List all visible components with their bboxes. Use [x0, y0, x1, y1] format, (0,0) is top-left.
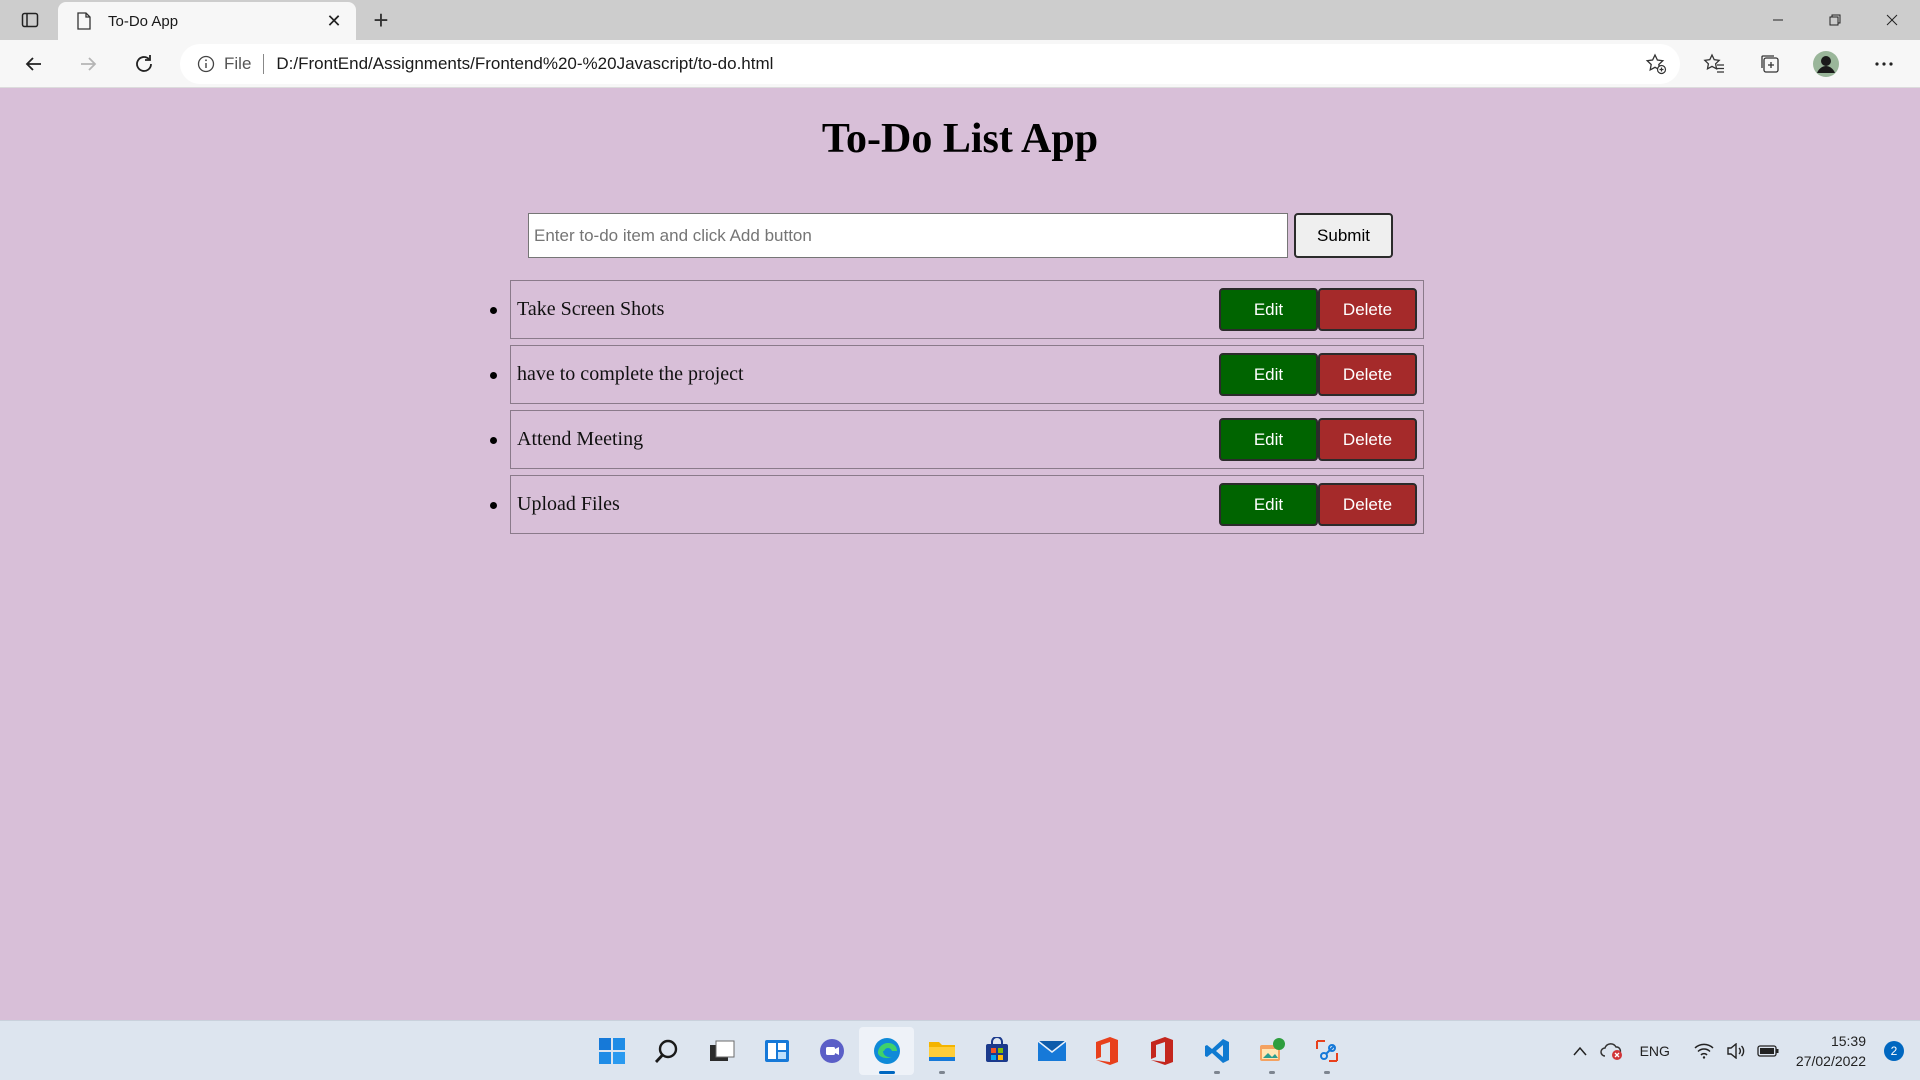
todo-item-text: Attend Meeting: [517, 428, 644, 450]
chevron-up-icon[interactable]: [1566, 1037, 1594, 1065]
widgets-icon[interactable]: [749, 1027, 804, 1075]
delete-button[interactable]: Delete: [1318, 353, 1417, 396]
address-separator: [263, 54, 265, 74]
search-icon[interactable]: [639, 1027, 694, 1075]
profile-avatar[interactable]: [1808, 46, 1844, 82]
todo-item: Take Screen Shots Edit Delete: [490, 280, 1424, 339]
todo-input[interactable]: [528, 213, 1288, 258]
clock-date: 27/02/2022: [1795, 1053, 1866, 1069]
more-options-icon[interactable]: [1866, 46, 1902, 82]
list-bullet: [490, 437, 497, 444]
edge-icon[interactable]: [859, 1027, 914, 1075]
tab-actions-icon[interactable]: [8, 6, 52, 34]
todo-list: Take Screen Shots Edit Delete have to co…: [490, 280, 1424, 540]
wifi-icon[interactable]: [1690, 1037, 1718, 1065]
vscode-icon[interactable]: [1189, 1027, 1244, 1075]
list-bullet: [490, 307, 497, 314]
teams-chat-icon[interactable]: [804, 1027, 859, 1075]
store-icon[interactable]: [969, 1027, 1024, 1075]
collections-icon[interactable]: [1752, 46, 1788, 82]
page-icon: [74, 11, 94, 31]
edit-button[interactable]: Edit: [1219, 418, 1318, 461]
battery-icon[interactable]: [1754, 1037, 1782, 1065]
window-controls: [1749, 0, 1920, 40]
onedrive-error-icon[interactable]: [1598, 1037, 1626, 1065]
page-viewport: To-Do List App Submit Take Screen Shots …: [0, 89, 1920, 1020]
forward-arrow-icon[interactable]: [70, 46, 106, 82]
task-view-icon[interactable]: [694, 1027, 749, 1075]
edit-button[interactable]: Edit: [1219, 483, 1318, 526]
system-tray: ENG 15:39 27/02/2022 2: [1562, 1021, 1920, 1080]
todo-item-text: have to complete the project: [517, 363, 744, 385]
todo-item-text: Take Screen Shots: [517, 298, 665, 320]
page-title: To-Do List App: [821, 116, 1099, 162]
clock[interactable]: 15:39 27/02/2022: [1796, 1031, 1866, 1071]
close-tab-icon[interactable]: ✕: [320, 7, 348, 35]
taskbar-apps: [584, 1027, 1354, 1075]
running-indicator: [1323, 1071, 1330, 1074]
info-icon[interactable]: [196, 54, 216, 74]
close-window-icon[interactable]: [1863, 0, 1920, 40]
active-indicator: [878, 1071, 895, 1074]
delete-button[interactable]: Delete: [1318, 418, 1417, 461]
list-bullet: [490, 502, 497, 509]
notification-badge[interactable]: 2: [1884, 1041, 1904, 1061]
list-bullet: [490, 372, 497, 379]
back-arrow-icon[interactable]: [16, 46, 52, 82]
todo-item: Upload Files Edit Delete: [490, 475, 1424, 534]
todo-item-text: Upload Files: [517, 493, 620, 515]
photos-icon[interactable]: [1244, 1027, 1299, 1075]
volume-icon[interactable]: [1722, 1037, 1750, 1065]
clock-time: 15:39: [1830, 1033, 1866, 1049]
running-indicator: [1213, 1071, 1220, 1074]
taskbar: ENG 15:39 27/02/2022 2: [0, 1020, 1920, 1080]
tab-title: To-Do App: [108, 12, 179, 30]
browser-tab-bar: To-Do App ✕ +: [0, 0, 1920, 40]
restore-icon[interactable]: [1806, 0, 1863, 40]
language-indicator[interactable]: ENG: [1640, 1043, 1670, 1059]
submit-button[interactable]: Submit: [1294, 213, 1393, 258]
edit-button[interactable]: Edit: [1219, 288, 1318, 331]
delete-button[interactable]: Delete: [1318, 288, 1417, 331]
favorites-icon[interactable]: [1696, 46, 1732, 82]
office-icon[interactable]: [1079, 1027, 1134, 1075]
running-indicator: [938, 1071, 945, 1074]
office-app-icon[interactable]: [1134, 1027, 1189, 1075]
todo-item: Attend Meeting Edit Delete: [490, 410, 1424, 469]
snipping-tool-icon[interactable]: [1299, 1027, 1354, 1075]
add-favorite-icon[interactable]: [1638, 46, 1674, 82]
file-explorer-icon[interactable]: [914, 1027, 969, 1075]
delete-button[interactable]: Delete: [1318, 483, 1417, 526]
minimize-icon[interactable]: [1749, 0, 1806, 40]
browser-tab[interactable]: To-Do App ✕: [58, 2, 356, 40]
todo-item: have to complete the project Edit Delete: [490, 345, 1424, 404]
edit-button[interactable]: Edit: [1219, 353, 1318, 396]
address-url[interactable]: D:/FrontEnd/Assignments/Frontend%20-%20J…: [276, 54, 1638, 74]
new-tab-button[interactable]: +: [366, 5, 396, 35]
browser-toolbar: File D:/FrontEnd/Assignments/Frontend%20…: [0, 40, 1920, 88]
mail-icon[interactable]: [1024, 1027, 1079, 1075]
start-icon[interactable]: [584, 1027, 639, 1075]
running-indicator: [1268, 1071, 1275, 1074]
address-scheme: File: [224, 54, 252, 73]
refresh-icon[interactable]: [126, 46, 162, 82]
address-bar[interactable]: File D:/FrontEnd/Assignments/Frontend%20…: [180, 44, 1680, 84]
